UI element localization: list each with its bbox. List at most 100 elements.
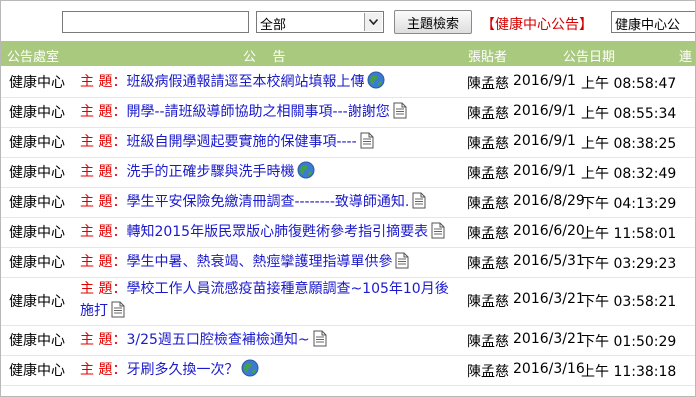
row-time: 上午 11:58:01 xyxy=(581,226,677,242)
header-date: 公告日期 xyxy=(563,50,616,65)
subject-prefix: 主 題： xyxy=(80,281,127,297)
row-subject: 主 題：轉知2015年版民眾版心肺復甦術參考指引摘要表 xyxy=(80,221,462,246)
row-date: 2016/9/1 xyxy=(513,163,576,179)
row-date: 2016/9/1 xyxy=(513,103,576,119)
row-date: 2016/8/29 xyxy=(513,193,585,209)
row-subject: 主 題：牙刷多久換一次？ xyxy=(80,359,462,384)
row-time: 上午 08:58:47 xyxy=(581,76,677,92)
row-unit: 健康中心 xyxy=(9,135,65,151)
subject-prefix: 主 題： xyxy=(80,332,127,348)
subject-prefix: 主 題： xyxy=(80,362,127,378)
row-poster: 陳孟慈 xyxy=(467,226,509,242)
globe-icon[interactable] xyxy=(297,161,315,186)
subject-link[interactable]: 開學--請班級導師協助之相關事項---謝謝您 xyxy=(126,104,389,120)
row-unit: 健康中心 xyxy=(9,363,65,379)
row-time: 下午 03:58:21 xyxy=(581,294,677,310)
subject-link[interactable]: 轉知2015年版民眾版心肺復甦術參考指引摘要表 xyxy=(126,224,428,240)
row-date: 2016/6/20 xyxy=(513,223,585,239)
row-subject: 主 題：洗手的正確步驟與洗手時機 xyxy=(80,161,462,186)
row-poster: 陳孟慈 xyxy=(467,364,509,380)
header-poster: 張貼者 xyxy=(468,50,508,65)
subject-link[interactable]: 3/25週五口腔檢查補檢通知~ xyxy=(126,332,309,348)
subject-link[interactable]: 學校工作人員流感疫苗接種意願調查~105年10月後施打 xyxy=(80,281,449,319)
row-poster: 陳孟慈 xyxy=(467,76,509,92)
row-subject: 主 題：班級病假通報請逕至本校網站填報上傳 xyxy=(80,71,462,96)
row-unit: 健康中心 xyxy=(9,333,65,349)
row-unit: 健康中心 xyxy=(9,165,65,181)
document-icon[interactable] xyxy=(431,222,445,246)
subject-prefix: 主 題： xyxy=(80,104,127,120)
document-icon[interactable] xyxy=(412,192,426,216)
chevron-down-icon[interactable] xyxy=(364,13,382,31)
row-date: 2016/9/1 xyxy=(513,73,576,89)
row-subject: 主 題：學校工作人員流感疫苗接種意願調查~105年10月後施打 xyxy=(80,278,462,325)
row-date: 2016/5/31 xyxy=(513,253,585,269)
keyword-input[interactable] xyxy=(62,11,249,33)
row-subject: 主 題：學生中暑、熱衰竭、熱痙攣護理指導單供參 xyxy=(80,251,462,276)
row-subject: 主 題：開學--請班級導師協助之相關事項---謝謝您 xyxy=(80,101,462,126)
table-row: 健康中心主 題：班級病假通報請逕至本校網站填報上傳 陳孟慈 2016/9/1 上午 0… xyxy=(1,67,695,98)
header-link: 連 xyxy=(679,50,693,65)
row-unit: 健康中心 xyxy=(9,225,65,241)
table-row: 健康中心主 題：牙刷多久換一次？ 陳孟慈 2016/3/16 上午 11:38:18 xyxy=(1,355,695,386)
subject-prefix: 主 題： xyxy=(80,254,127,270)
subject-link[interactable]: 學生中暑、熱衰竭、熱痙攣護理指導單供參 xyxy=(126,254,392,270)
globe-icon[interactable] xyxy=(241,359,259,384)
globe-icon[interactable] xyxy=(367,71,385,96)
subject-link[interactable]: 洗手的正確步驟與洗手時機 xyxy=(126,164,294,180)
document-icon[interactable] xyxy=(111,301,125,325)
subject-link[interactable]: 班級病假通報請逕至本校網站填報上傳 xyxy=(126,74,364,90)
row-time: 下午 04:13:29 xyxy=(581,196,677,212)
category-select[interactable]: 全部 xyxy=(256,11,384,33)
row-poster: 陳孟慈 xyxy=(467,294,509,310)
subject-prefix: 主 題： xyxy=(80,224,127,240)
row-poster: 陳孟慈 xyxy=(467,196,509,212)
table-row: 健康中心主 題：學生中暑、熱衰竭、熱痙攣護理指導單供參 陳孟慈 2016/5/31 下… xyxy=(1,247,695,278)
row-poster: 陳孟慈 xyxy=(467,334,509,350)
subject-link[interactable]: 班級自開學週起要實施的保健事項---- xyxy=(126,134,356,150)
table-row: 健康中心主 題：學生平安保險免繳清冊調查--------致導師通知. 陳孟慈 201… xyxy=(1,187,695,218)
row-poster: 陳孟慈 xyxy=(467,256,509,272)
document-icon[interactable] xyxy=(395,252,409,276)
subject-prefix: 主 題： xyxy=(80,164,127,180)
table-row: 健康中心主 題：轉知2015年版民眾版心肺復甦術參考指引摘要表 陳孟慈 2016/6… xyxy=(1,217,695,248)
bbs-window: 全部 主題檢索 【健康中心公告】 健康中心公 公告處室 公 告 張貼者 公告日期… xyxy=(0,0,696,397)
row-time: 上午 08:55:34 xyxy=(581,106,677,122)
row-poster: 陳孟慈 xyxy=(467,166,509,182)
table-row: 健康中心主 題：洗手的正確步驟與洗手時機 陳孟慈 2016/9/1 上午 08:32:… xyxy=(1,157,695,188)
header-unit: 公告處室 xyxy=(7,50,60,65)
row-unit: 健康中心 xyxy=(9,294,65,310)
row-subject: 主 題：班級自開學週起要實施的保健事項---- xyxy=(80,131,462,156)
table-header: 公告處室 公 告 張貼者 公告日期 連 xyxy=(1,41,695,66)
table-row: 健康中心主 題：班級自開學週起要實施的保健事項---- 陳孟慈 2016/9/1 上午… xyxy=(1,127,695,158)
row-poster: 陳孟慈 xyxy=(467,136,509,152)
subject-prefix: 主 題： xyxy=(80,134,127,150)
subject-link[interactable]: 牙刷多久換一次？ xyxy=(126,362,238,378)
subject-link[interactable]: 學生平安保險免繳清冊調查--------致導師通知. xyxy=(126,194,409,210)
header-announcement: 公 告 xyxy=(243,50,286,65)
row-unit: 健康中心 xyxy=(9,75,65,91)
category-selected-value: 全部 xyxy=(260,18,287,33)
row-time: 下午 01:50:29 xyxy=(581,334,677,350)
document-icon[interactable] xyxy=(360,132,374,156)
row-date: 2016/3/16 xyxy=(513,361,585,377)
bbs-title: 【健康中心公告】 xyxy=(481,17,593,33)
row-subject: 主 題：3/25週五口腔檢查補檢通知~ xyxy=(80,329,462,354)
subject-prefix: 主 題： xyxy=(80,194,127,210)
table-row: 健康中心主 題：開學--請班級導師協助之相關事項---謝謝您 陳孟慈 2016/9/… xyxy=(1,97,695,128)
subject-search-button[interactable]: 主題檢索 xyxy=(394,10,472,34)
document-icon[interactable] xyxy=(393,102,407,126)
row-time: 上午 08:38:25 xyxy=(581,136,677,152)
row-unit: 健康中心 xyxy=(9,105,65,121)
bbs-select[interactable]: 健康中心公 xyxy=(611,11,695,33)
document-icon[interactable] xyxy=(313,330,327,354)
row-unit: 健康中心 xyxy=(9,195,65,211)
row-poster: 陳孟慈 xyxy=(467,106,509,122)
row-time: 下午 03:29:23 xyxy=(581,256,677,272)
row-subject: 主 題：學生平安保險免繳清冊調查--------致導師通知. xyxy=(80,191,462,216)
row-time: 上午 11:38:18 xyxy=(581,364,677,380)
table-row: 健康中心主 題：學校工作人員流感疫苗接種意願調查~105年10月後施打 陳孟慈 20… xyxy=(1,277,695,326)
search-bar: 全部 主題檢索 【健康中心公告】 健康中心公 xyxy=(1,1,695,41)
row-date: 2016/3/21 xyxy=(513,331,585,347)
row-date: 2016/3/21 xyxy=(513,291,585,307)
